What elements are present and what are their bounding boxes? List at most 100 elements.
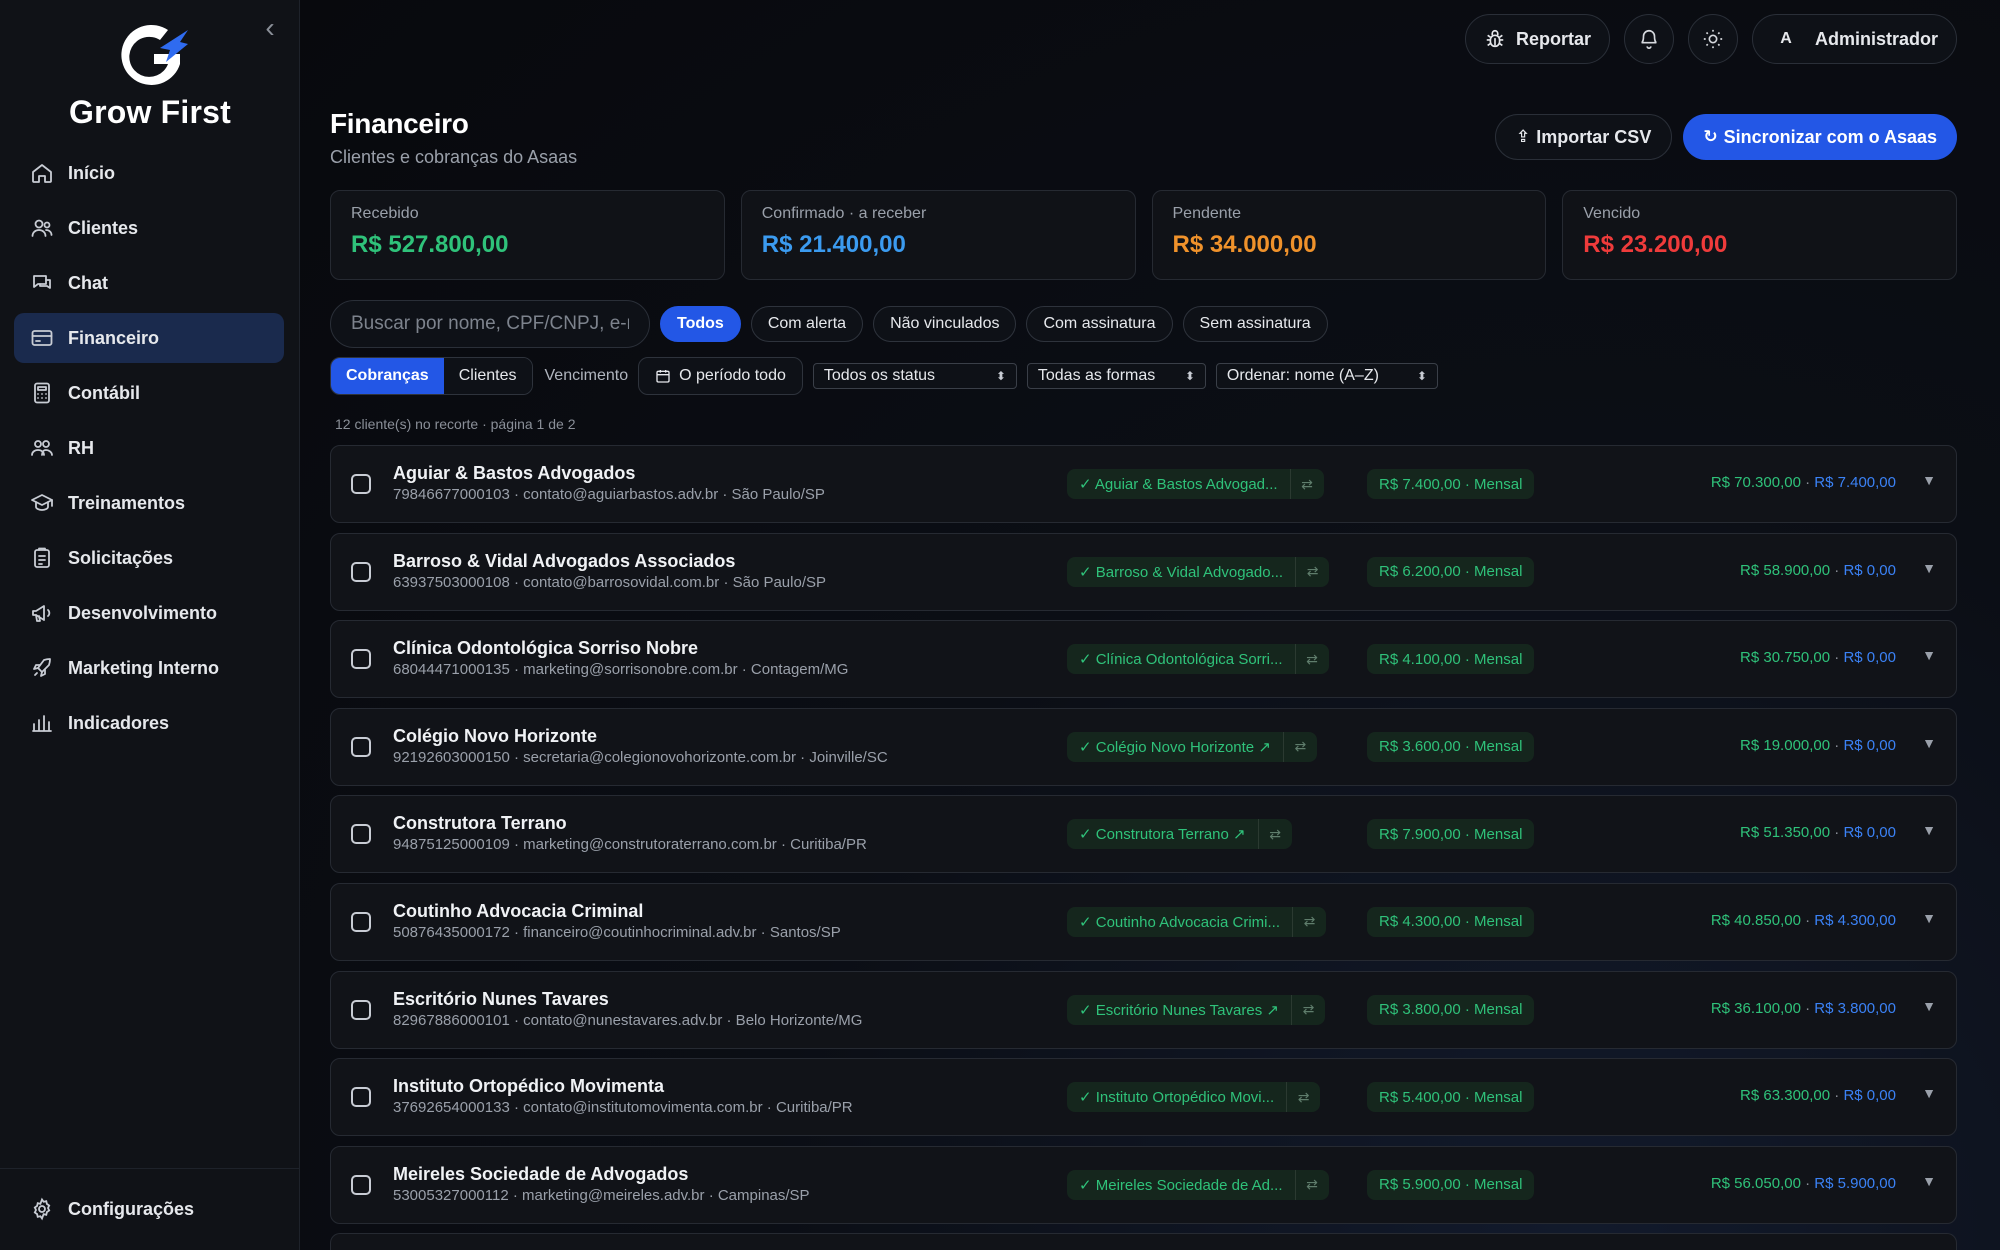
filter-chip[interactable]: Todos — [660, 306, 741, 342]
payment-method-select-value: Todas as formas — [1037, 367, 1156, 384]
period-picker-button[interactable]: O período todo — [638, 357, 803, 395]
stat-value: R$ 34.000,00 — [1172, 231, 1317, 258]
sidebar-item-financeiro[interactable]: Financeiro — [14, 313, 284, 363]
table-row[interactable]: Aguiar & Bastos Advogados 79846677000103 … — [330, 445, 1957, 523]
expand-row-icon[interactable]: ▼ — [1922, 472, 1936, 488]
asaas-link-group: ✓ Barroso & Vidal Advogado... ⇄ — [1067, 556, 1330, 588]
rocket-icon — [30, 656, 54, 680]
user-menu-button[interactable]: A Administrador — [1751, 14, 1957, 64]
row-checkbox[interactable] — [351, 474, 371, 494]
asaas-link-badge[interactable]: ✓ Aguiar & Bastos Advogad... — [1067, 469, 1290, 499]
asaas-link-badge[interactable]: ✓ Escritório Nunes Tavares ↗ — [1067, 994, 1291, 1025]
swap-icon[interactable]: ⇄ — [1291, 906, 1326, 937]
expand-row-icon[interactable]: ▼ — [1922, 998, 1936, 1014]
client-meta: 63937503000108 · contato@barrosovidal.co… — [393, 573, 827, 591]
row-checkbox[interactable] — [351, 1087, 371, 1108]
theme-toggle-button[interactable] — [1687, 14, 1738, 64]
swap-icon[interactable]: ⇄ — [1282, 731, 1317, 762]
asaas-link-badge[interactable]: ✓ Construtora Terrano ↗ — [1067, 819, 1258, 850]
brand-name: Grow First — [68, 94, 231, 130]
swap-icon[interactable]: ⇄ — [1289, 469, 1324, 499]
row-totals: R$ 40.850,00 · R$ 4.300,00 — [1711, 912, 1896, 929]
separator: · — [1800, 911, 1815, 929]
avatar: A — [1780, 30, 1792, 47]
sidebar-divider — [0, 1168, 300, 1169]
table-row[interactable]: Escritório Nunes Tavares 82967886000101 ·… — [330, 970, 1957, 1049]
sidebar-item-contabil[interactable]: Contábil — [14, 368, 284, 418]
filter-chip[interactable]: Sem assinatura — [1182, 306, 1328, 342]
import-csv-button[interactable]: ⇪ Importar CSV — [1495, 114, 1673, 160]
swap-icon[interactable]: ⇄ — [1257, 819, 1292, 850]
total-open: R$ 0,00 — [1843, 561, 1896, 579]
table-row[interactable]: Construtora Terrano 94875125000109 · mark… — [330, 795, 1957, 874]
report-button[interactable]: Reportar — [1464, 14, 1610, 64]
sidebar-item-treinamentos[interactable]: Treinamentos — [14, 478, 284, 528]
expand-row-icon[interactable]: ▼ — [1922, 647, 1936, 663]
client-meta: 53005327000112 · marketing@meireles.adv.… — [393, 1186, 810, 1204]
table-row[interactable]: Clínica Odontológica Sorriso Nobre 680444… — [330, 620, 1957, 699]
table-row[interactable] — [330, 1233, 1957, 1250]
row-checkbox[interactable] — [351, 561, 371, 582]
row-totals: R$ 30.750,00 · R$ 0,00 — [1740, 649, 1896, 666]
table-row[interactable]: Instituto Ortopédico Movimenta 3769265400… — [330, 1058, 1957, 1137]
tab-cobrancas[interactable]: Cobranças — [331, 358, 444, 394]
sidebar-item-indicadores[interactable]: Indicadores — [14, 698, 284, 748]
asaas-link-badge[interactable]: ✓ Colégio Novo Horizonte ↗ — [1067, 731, 1283, 762]
users-icon — [30, 216, 54, 240]
asaas-link-badge[interactable]: ✓ Barroso & Vidal Advogado... — [1067, 556, 1296, 587]
row-checkbox[interactable] — [351, 1174, 371, 1195]
expand-row-icon[interactable]: ▼ — [1922, 1173, 1936, 1189]
sidebar-item-clientes[interactable]: Clientes — [14, 203, 284, 253]
asaas-link-badge[interactable]: ✓ Clínica Odontológica Sorri... — [1067, 644, 1295, 675]
swap-icon[interactable]: ⇄ — [1290, 994, 1325, 1025]
filter-chip[interactable]: Com alerta — [750, 306, 864, 342]
sidebar: ‹ Grow First Início Clientes Chat Financeir… — [0, 0, 300, 1250]
tab-clientes[interactable]: Clientes — [443, 358, 532, 394]
client-list: Aguiar & Bastos Advogados 79846677000103 … — [330, 445, 1957, 1250]
swap-icon[interactable]: ⇄ — [1295, 556, 1330, 587]
row-checkbox[interactable] — [351, 999, 371, 1020]
expand-row-icon[interactable]: ▼ — [1922, 1085, 1936, 1101]
notifications-button[interactable] — [1623, 14, 1674, 64]
sidebar-item-rh[interactable]: RH — [14, 423, 284, 473]
filter-chip[interactable]: Não vinculados — [873, 306, 1017, 342]
upload-icon: ⇪ — [1516, 127, 1531, 146]
swap-icon[interactable]: ⇄ — [1294, 644, 1329, 675]
client-meta: 37692654000133 · contato@institutomovime… — [393, 1099, 853, 1117]
row-checkbox[interactable] — [351, 824, 371, 845]
sidebar-item-desenvolvimento[interactable]: Desenvolvimento — [14, 588, 284, 638]
asaas-link-badge[interactable]: ✓ Coutinho Advocacia Crimi... — [1067, 906, 1292, 937]
table-row[interactable]: Colégio Novo Horizonte 92192603000150 · s… — [330, 707, 1957, 786]
sidebar-item-marketing-interno[interactable]: Marketing Interno — [14, 643, 284, 693]
logo[interactable]: Grow First — [62, 24, 238, 134]
table-row[interactable]: Coutinho Advocacia Criminal 5087643500017… — [330, 882, 1957, 961]
expand-row-icon[interactable]: ▼ — [1922, 910, 1936, 926]
order-select[interactable]: Ordenar: nome (A–Z) ⬍ — [1215, 363, 1438, 389]
total-paid: R$ 19.000,00 — [1740, 736, 1831, 754]
payment-method-select[interactable]: Todas as formas ⬍ — [1026, 363, 1206, 389]
asaas-link-badge[interactable]: ✓ Instituto Ortopédico Movi... — [1067, 1082, 1287, 1113]
stat-card: Confirmado · a receber R$ 21.400,00 — [740, 190, 1136, 280]
row-checkbox[interactable] — [351, 736, 371, 757]
client-name: Coutinho Advocacia Criminal — [393, 900, 644, 921]
expand-row-icon[interactable]: ▼ — [1922, 560, 1936, 576]
sync-asaas-button[interactable]: ↻ Sincronizar com o Asaas — [1683, 114, 1957, 160]
sidebar-item-configuracoes[interactable]: Configurações — [14, 1184, 284, 1234]
row-checkbox[interactable] — [351, 649, 371, 670]
expand-row-icon[interactable]: ▼ — [1922, 822, 1936, 838]
collapse-sidebar-icon[interactable]: ‹ — [258, 14, 282, 42]
swap-icon[interactable]: ⇄ — [1286, 1082, 1321, 1113]
status-select[interactable]: Todos os status ⬍ — [812, 363, 1017, 389]
sidebar-item-inicio[interactable]: Início — [14, 148, 284, 198]
table-row[interactable]: Barroso & Vidal Advogados Associados 6393… — [330, 532, 1957, 611]
filter-chip[interactable]: Com assinatura — [1026, 306, 1173, 342]
row-checkbox[interactable] — [351, 911, 371, 932]
expand-row-icon[interactable]: ▼ — [1922, 735, 1936, 751]
search-input[interactable] — [330, 300, 650, 348]
asaas-link-group: ✓ Coutinho Advocacia Crimi... ⇄ — [1067, 906, 1326, 938]
sidebar-item-solicitacoes[interactable]: Solicitações — [14, 533, 284, 583]
sidebar-item-chat[interactable]: Chat — [14, 258, 284, 308]
swap-icon[interactable]: ⇄ — [1294, 1169, 1329, 1200]
table-row[interactable]: Meireles Sociedade de Advogados 530053270… — [330, 1145, 1957, 1224]
asaas-link-badge[interactable]: ✓ Meireles Sociedade de Ad... — [1067, 1169, 1295, 1200]
